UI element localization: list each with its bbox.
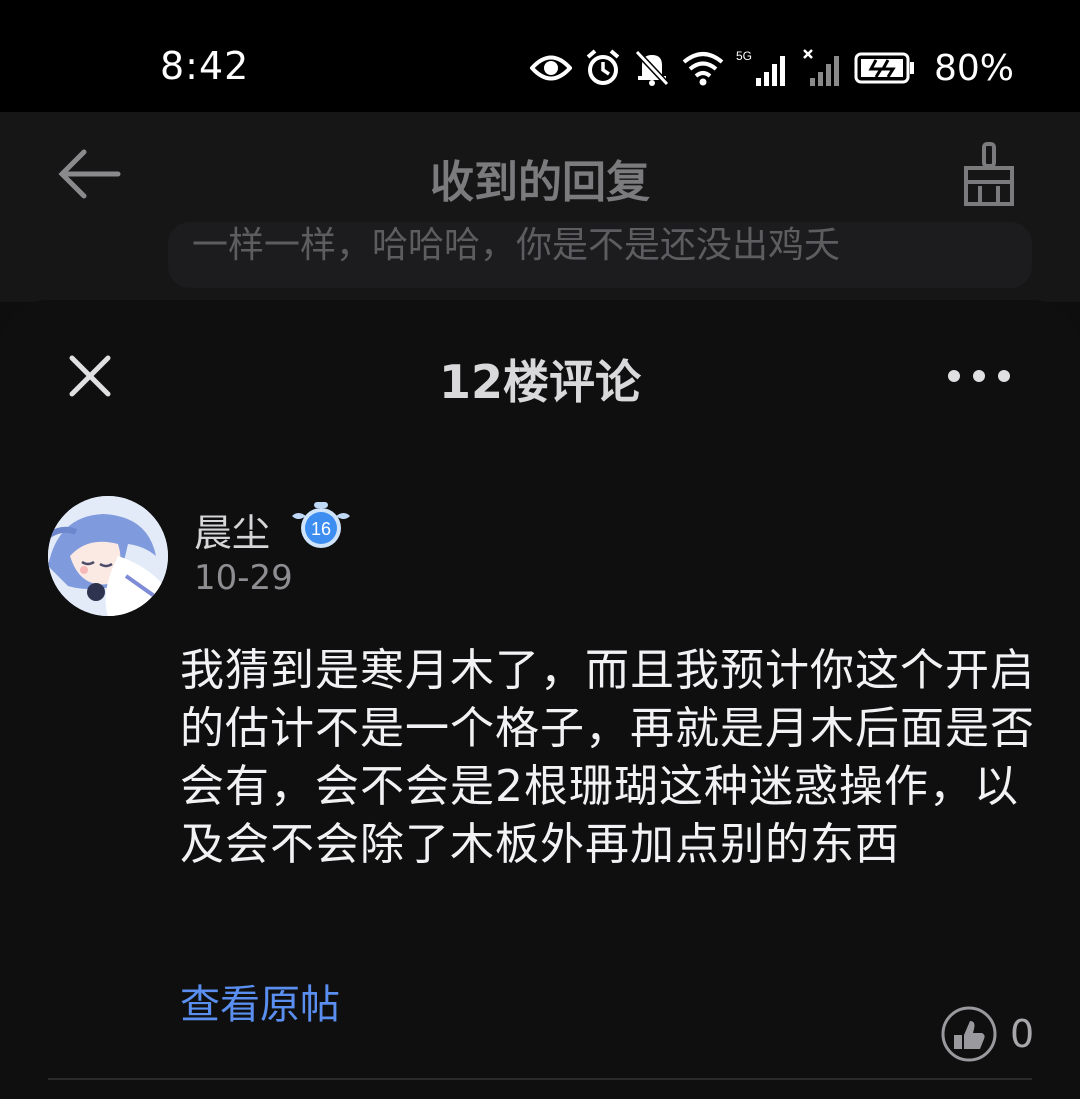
like-icon [941, 1006, 997, 1062]
level-badge-icon: 16 [292, 502, 350, 548]
broom-icon[interactable] [960, 142, 1018, 208]
like-count: 0 [1010, 1012, 1035, 1056]
comment-text: 我猜到是寒月木了，而且我预计你这个开启的估计不是一个格子，再就是月木后面是否会有… [180, 645, 1035, 870]
svg-text:5G: 5G [736, 49, 752, 63]
signal-no-sim-icon [803, 49, 839, 86]
comment-sheet: 12楼评论 晨尘 16 10-29 我猜到是寒月木了，而且我预计你这个开启的估计… [0, 300, 1080, 1099]
background-page: 收到的回复 一样一样，哈哈哈，你是不是还没出鸡夭 [0, 112, 1080, 302]
reply-snippet: 一样一样，哈哈哈，你是不是还没出鸡夭 [192, 225, 841, 266]
battery-charging-icon [854, 52, 914, 84]
more-options-icon[interactable] [946, 366, 1012, 386]
avatar-illustration [48, 496, 168, 616]
sheet-title: 12楼评论 [438, 355, 641, 409]
status-icons: 5G 80% [529, 46, 1014, 90]
divider [48, 1078, 1032, 1080]
page-title: 收到的回复 [430, 157, 650, 208]
bell-off-icon [634, 49, 670, 87]
reply-card[interactable]: 一样一样，哈哈哈，你是不是还没出鸡夭 [168, 222, 1032, 288]
comment-date: 10-29 [194, 558, 293, 598]
alarm-icon [586, 49, 620, 85]
view-original-link[interactable]: 查看原帖 [180, 972, 340, 1030]
signal-5g-icon: 5G [736, 49, 785, 86]
status-time: 8:42 [160, 44, 250, 88]
avatar[interactable] [48, 496, 168, 616]
battery-percent: 80% [933, 47, 1014, 89]
wifi-icon [682, 52, 724, 86]
status-bar: 8:42 5G 80% [0, 0, 1080, 112]
level-number: 16 [311, 519, 331, 539]
like-button[interactable]: 0 [940, 1004, 1034, 1064]
username[interactable]: 晨尘 [194, 502, 270, 557]
eye-icon [529, 55, 572, 81]
